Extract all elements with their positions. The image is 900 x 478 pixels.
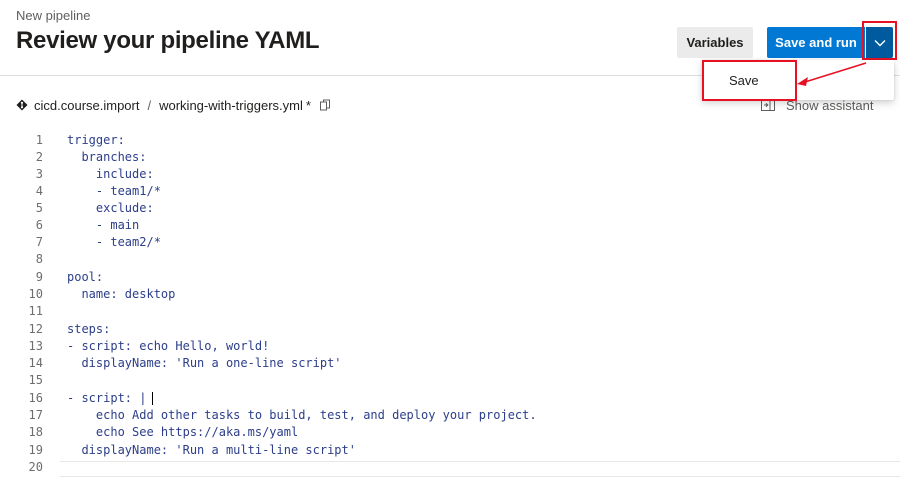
code-line: 3 include: (0, 166, 900, 183)
code-text[interactable]: - script: | (67, 390, 146, 407)
code-text[interactable]: echo Add other tasks to build, test, and… (67, 407, 537, 424)
git-diamond-icon (16, 99, 28, 111)
text-cursor (152, 392, 153, 405)
variables-button[interactable]: Variables (677, 27, 753, 58)
code-text[interactable]: displayName: 'Run a one-line script' (67, 355, 341, 372)
save-and-run-button[interactable]: Save and run (767, 27, 865, 58)
code-line: 1 trigger: (0, 132, 900, 149)
code-text[interactable]: include: (67, 166, 154, 183)
code-text[interactable]: steps: (67, 321, 110, 338)
line-number: 17 (28, 408, 43, 422)
code-line: 8 (0, 251, 900, 268)
breadcrumb-repo[interactable]: cicd.course.import (34, 98, 139, 113)
code-line: 13 - script: echo Hello, world! (0, 338, 900, 355)
code-text[interactable]: echo See https://aka.ms/yaml (67, 424, 298, 441)
code-line: 18 echo See https://aka.ms/yaml (0, 424, 900, 441)
page-title: Review your pipeline YAML (16, 27, 320, 54)
code-line: 2 branches: (0, 149, 900, 166)
line-number: 10 (28, 287, 43, 301)
code-text[interactable]: - team2/* (67, 234, 161, 251)
code-text[interactable]: pool: (67, 269, 103, 286)
code-line: 12 steps: (0, 321, 900, 338)
line-number: 5 (35, 201, 43, 215)
code-line: 6 - main (0, 217, 900, 234)
line-number: 14 (28, 356, 43, 370)
code-line: 11 (0, 303, 900, 320)
code-line: 20 (0, 459, 900, 476)
line-number: 16 (28, 391, 43, 405)
code-text[interactable]: branches: (67, 149, 146, 166)
copy-icon[interactable] (319, 99, 331, 111)
line-number: 7 (35, 235, 43, 249)
code-line: 19 displayName: 'Run a multi-line script… (0, 442, 900, 459)
code-line: 5 exclude: (0, 200, 900, 217)
code-line: 14 displayName: 'Run a one-line script' (0, 355, 900, 372)
line-number: 13 (28, 339, 43, 353)
dropdown-button-highlight (862, 21, 897, 60)
code-text[interactable]: trigger: (67, 132, 125, 149)
code-line: 7 - team2/* (0, 234, 900, 251)
save-item-highlight (702, 60, 797, 101)
line-number: 2 (35, 150, 43, 164)
line-number: 3 (35, 167, 43, 181)
code-text[interactable]: - script: echo Hello, world! (67, 338, 269, 355)
line-number: 11 (28, 304, 43, 318)
code-text[interactable]: - main (67, 217, 139, 234)
code-line: 15 (0, 372, 900, 389)
breadcrumb-separator: / (147, 97, 152, 113)
code-line: 10 name: desktop (0, 286, 900, 303)
code-line: 4 - team1/* (0, 183, 900, 200)
code-text[interactable]: displayName: 'Run a multi-line script' (67, 442, 356, 459)
page-subtitle: New pipeline (16, 8, 91, 23)
code-line: 9 pool: (0, 269, 900, 286)
code-text[interactable]: - team1/* (67, 183, 161, 200)
line-number: 8 (35, 252, 43, 266)
line-number: 20 (28, 460, 43, 474)
line-number: 18 (28, 425, 43, 439)
code-line: 16 - script: | (0, 390, 900, 407)
line-number: 1 (35, 133, 43, 147)
code-text[interactable]: exclude: (67, 200, 154, 217)
code-text[interactable]: name: desktop (67, 286, 175, 303)
line-number: 6 (35, 218, 43, 232)
line-number: 4 (35, 184, 43, 198)
unsaved-marker: * (305, 97, 311, 113)
code-line: 17 echo Add other tasks to build, test, … (0, 407, 900, 424)
breadcrumb: cicd.course.import / working-with-trigge… (16, 97, 331, 113)
breadcrumb-file[interactable]: working-with-triggers.yml (159, 98, 303, 113)
line-number: 19 (28, 443, 43, 457)
line-number: 15 (28, 373, 43, 387)
line-number: 9 (35, 270, 43, 284)
line-number: 12 (28, 322, 43, 336)
